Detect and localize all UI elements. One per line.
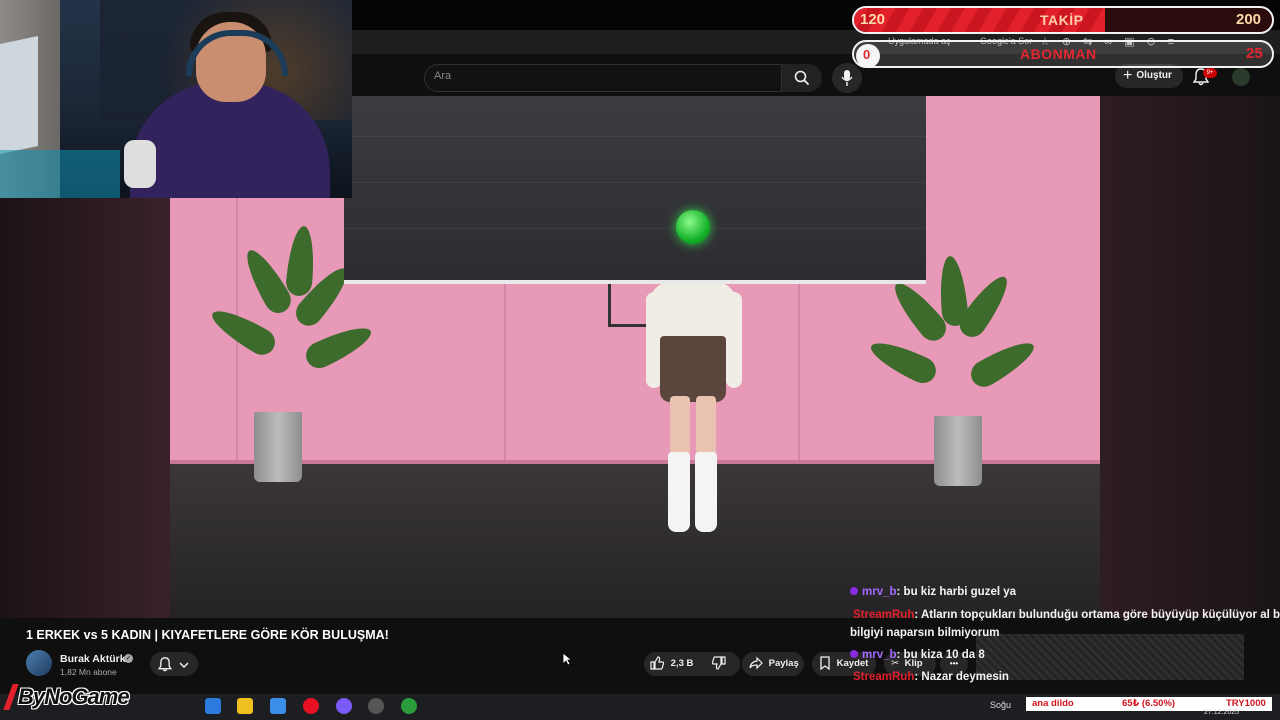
ticker-item: ana dildo	[1032, 698, 1074, 709]
plant-leaf	[284, 225, 318, 297]
follow-goal-bar: 120 TAKİP 200	[852, 6, 1274, 34]
discord-app-icon[interactable]	[336, 698, 352, 714]
screen-crease	[344, 228, 926, 229]
ticker-item: TRY1000	[1226, 698, 1266, 709]
plus-icon: +	[1123, 67, 1133, 84]
chat-username: mrv_b	[862, 586, 897, 598]
share-label: Paylaş	[768, 658, 799, 669]
plant-leaf	[206, 302, 280, 360]
chat-widget-panel	[976, 634, 1244, 680]
weather-text[interactable]: Soğu	[990, 700, 1011, 710]
chat-username: StreamRuh	[853, 609, 915, 621]
chrome-profile-app-icon[interactable]	[401, 698, 417, 714]
streamer-webcam	[0, 0, 352, 198]
chat-message: StreamRuh: Atların topçukları bulunduğu …	[853, 609, 1280, 621]
mic-icon	[841, 70, 853, 86]
create-label: Oluştur	[1136, 70, 1172, 81]
user-badge-icon	[850, 650, 858, 658]
person-leg	[696, 396, 716, 456]
verified-icon: ✓	[124, 654, 133, 663]
desk-glow	[0, 150, 120, 198]
channel-name[interactable]: Burak Aktürk	[60, 653, 126, 665]
sponsor-logo: ByNoGame	[18, 684, 130, 709]
notification-count-badge: 9+	[1203, 68, 1217, 78]
follow-current: 120	[860, 11, 886, 28]
chat-text: : Atların topçukları bulunduğu ortama gö…	[914, 609, 1280, 621]
chevron-down-icon	[179, 662, 189, 669]
like-orb-icon	[676, 210, 710, 244]
chat-message: mrv_b: bu kiz harbi guzel ya	[850, 586, 1016, 598]
search-button[interactable]	[782, 64, 822, 92]
system-date[interactable]: 27.12.2025	[1204, 709, 1239, 716]
chat-username: mrv_b	[862, 649, 897, 661]
channel-avatar[interactable]	[26, 650, 52, 676]
mouse-cursor-icon	[562, 652, 572, 666]
screen-crease	[344, 136, 926, 137]
subscriber-label: ABONMAN	[1020, 46, 1097, 62]
store-app-icon[interactable]	[237, 698, 253, 714]
follow-goal: 200	[1236, 11, 1262, 28]
chat-message-continuation: bilgiyi naparsın bilmiyorum	[850, 627, 1000, 639]
chat-text: : bu kiza 10 da 8	[896, 649, 985, 661]
user-badge-icon	[850, 587, 858, 595]
chat-text: : bu kiz harbi guzel ya	[896, 586, 1017, 598]
bookmark-icon	[820, 656, 830, 671]
desk-microphone	[124, 140, 156, 188]
like-button[interactable]: 2,3 B	[644, 652, 740, 676]
thumbs-up-icon	[650, 656, 665, 670]
privacy-screen-overlay	[344, 96, 926, 284]
chat-text: : Nazar deymesin	[914, 671, 1009, 683]
thumbs-down-icon[interactable]	[711, 656, 726, 670]
plant-leaf	[865, 334, 941, 388]
share-icon	[749, 656, 763, 670]
monitor	[0, 35, 38, 155]
subscriber-goal: 25	[1246, 45, 1263, 62]
chrome-app-icon[interactable]	[205, 698, 221, 714]
channel-subscriber-count: 1,82 Mn abone	[60, 667, 117, 677]
chat-message: StreamRuh: Nazar deymesin	[853, 671, 1009, 683]
chat-username: StreamRuh	[853, 671, 915, 683]
chat-message: mrv_b: bu kiza 10 da 8	[850, 649, 985, 661]
video-title: 1 ERKEK vs 5 KADIN | KIYAFETLERE GÖRE KÖ…	[26, 628, 389, 642]
opera-app-icon[interactable]	[303, 698, 319, 714]
search-icon	[794, 70, 810, 86]
follow-label: TAKİP	[1040, 12, 1084, 28]
video-side-right	[1100, 96, 1280, 618]
subscribed-notify-button[interactable]	[150, 652, 198, 676]
search-placeholder: Ara	[434, 70, 452, 82]
account-avatar[interactable]	[1232, 68, 1250, 86]
ticker-item: 65₺ (6.50%)	[1122, 698, 1176, 709]
plant-leaf	[966, 334, 1040, 392]
plant-pot	[934, 416, 982, 486]
search-input[interactable]	[424, 64, 782, 92]
voice-search-button[interactable]	[832, 63, 862, 93]
obs-app-icon[interactable]	[368, 698, 384, 714]
screen-crease	[344, 182, 926, 183]
subscriber-current: 0	[863, 47, 871, 62]
explorer-app-icon[interactable]	[270, 698, 286, 714]
plant-leaf	[301, 319, 377, 373]
plant-pot	[254, 412, 302, 482]
like-count: 2,3 B	[670, 658, 694, 669]
person-skirt	[660, 336, 726, 402]
bell-icon	[158, 657, 172, 672]
share-button[interactable]: Paylaş	[742, 652, 804, 676]
person-boot	[695, 452, 717, 532]
person-boot	[668, 452, 690, 532]
person-leg	[670, 396, 690, 456]
chat-text: bilgiyi naparsın bilmiyorum	[850, 627, 1000, 639]
